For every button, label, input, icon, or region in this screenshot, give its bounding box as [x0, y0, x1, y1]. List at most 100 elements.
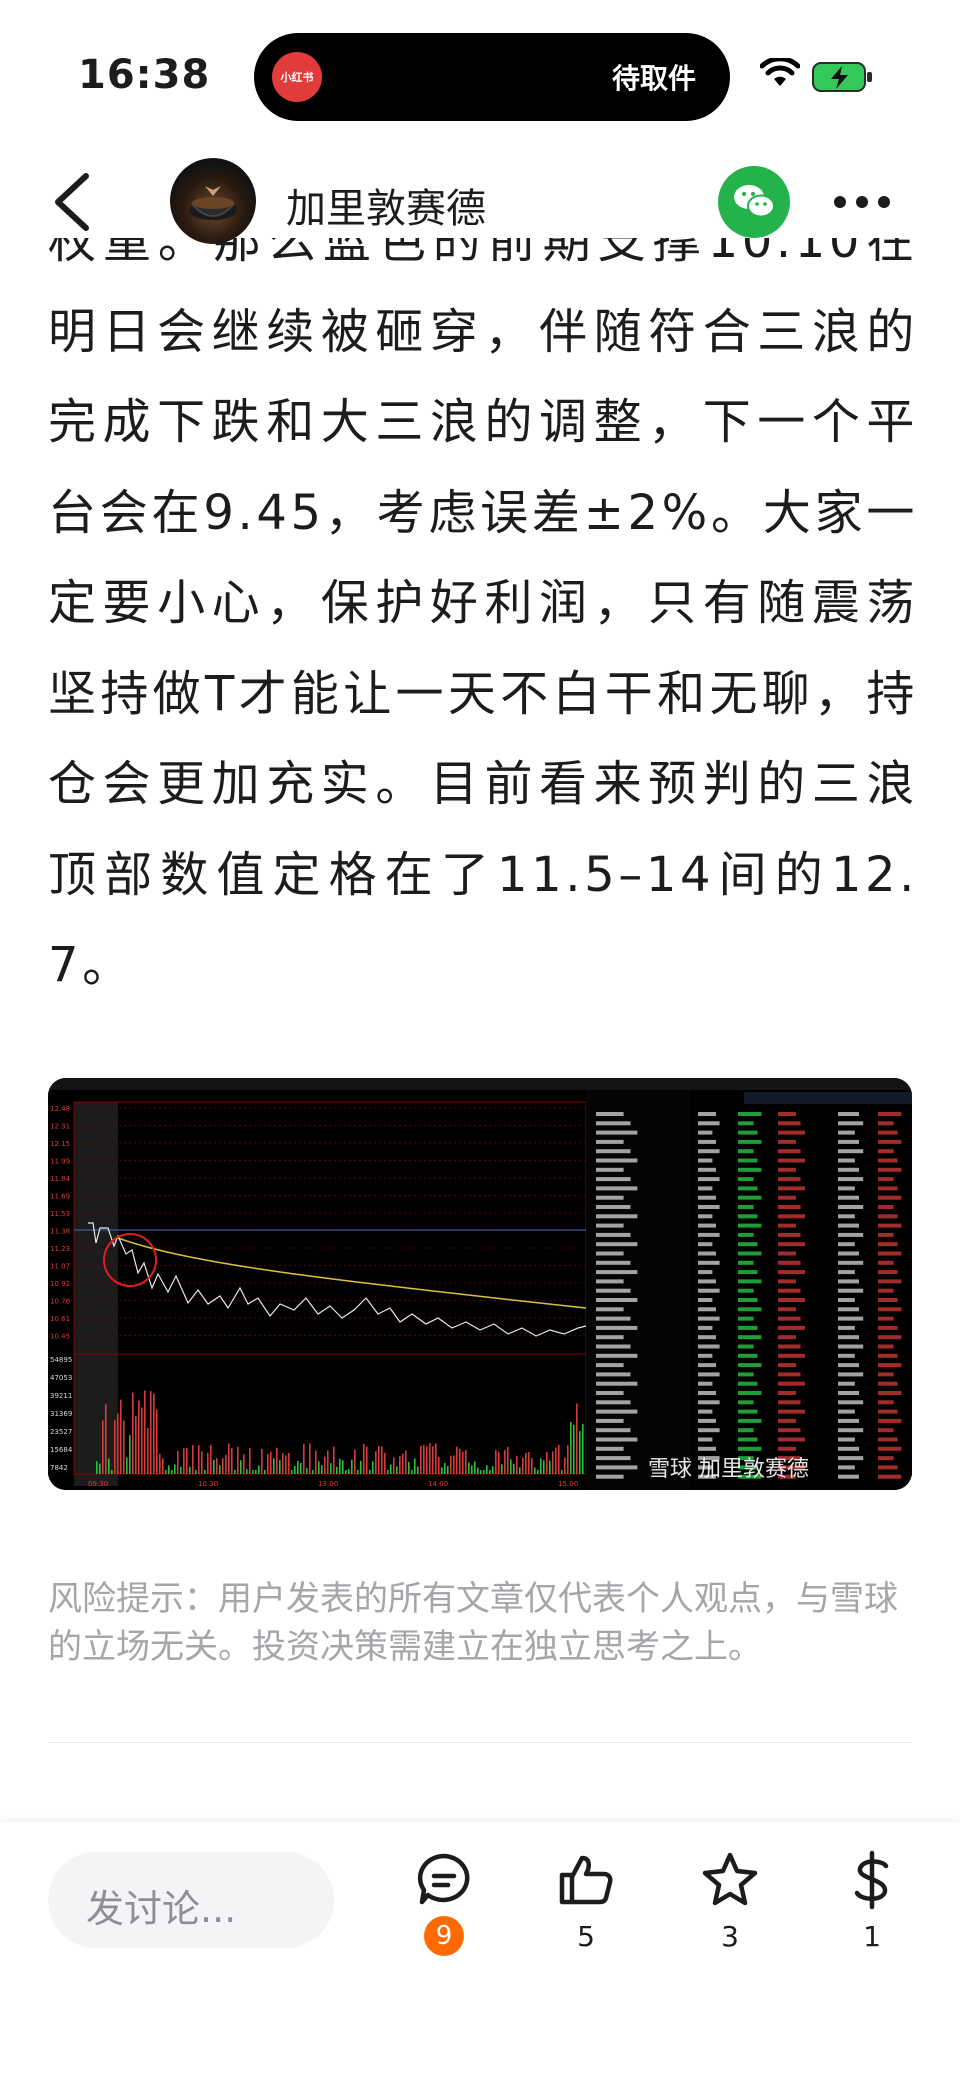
chart-time-label: 09:30	[88, 1480, 108, 1488]
orderbook-entry	[878, 1418, 902, 1423]
volume-bar	[234, 1470, 236, 1474]
orderbook-entry	[778, 1186, 805, 1191]
volume-bar	[315, 1450, 317, 1474]
volume-bar	[522, 1457, 524, 1474]
orderbook-entry	[596, 1214, 638, 1219]
volume-bar	[393, 1457, 395, 1474]
volume-bar	[528, 1452, 530, 1474]
orderbook-entry	[596, 1121, 631, 1126]
like-button[interactable]: 5	[546, 1850, 626, 1960]
orderbook-entry	[778, 1428, 801, 1433]
orderbook-entry	[878, 1298, 898, 1302]
orderbook-entry	[698, 1270, 713, 1275]
volume-bar	[150, 1391, 152, 1474]
volume-bar	[450, 1455, 452, 1474]
author-name[interactable]: 加里敦赛德	[286, 176, 486, 234]
volume-bar	[456, 1446, 458, 1474]
orderbook-entry	[596, 1167, 624, 1172]
back-button[interactable]	[48, 170, 98, 234]
orderbook-entry	[778, 1409, 805, 1414]
orderbook-entry	[778, 1372, 801, 1377]
orderbook-entry	[698, 1139, 716, 1144]
dynamic-island[interactable]: 小红书 待取件	[254, 33, 730, 121]
orderbook-entry	[738, 1437, 758, 1442]
volume-bar	[405, 1450, 407, 1474]
wechat-share-button[interactable]	[718, 166, 790, 238]
orderbook-entry	[878, 1381, 898, 1386]
chart-volume-label: 7842	[50, 1464, 68, 1472]
volume-bar	[96, 1461, 98, 1474]
chart-price-label: 10.61	[50, 1315, 70, 1323]
favorite-button[interactable]: 3	[690, 1850, 770, 1960]
orderbook-entry	[838, 1130, 855, 1135]
volume-bar	[444, 1463, 446, 1474]
volume-bar	[555, 1447, 557, 1474]
chart-price-label: 11.69	[50, 1193, 70, 1201]
island-text: 待取件	[611, 62, 696, 95]
risk-notice: 风险提示：用户发表的所有文章仅代表个人观点，与雪球的立场无关。投资决策需建立在独…	[48, 1579, 898, 1667]
volume-bar	[534, 1467, 536, 1474]
orderbook-entry	[738, 1260, 754, 1265]
orderbook-entry	[698, 1167, 716, 1172]
volume-bar	[480, 1470, 482, 1474]
more-button[interactable]	[832, 190, 892, 214]
orderbook-entry	[596, 1465, 638, 1470]
orderbook-entry	[698, 1353, 713, 1358]
orderbook-entry	[698, 1251, 716, 1256]
stock-chart-image[interactable]: 12.48 12.31 12.15 11.99 11.84 11.69 11.53 11.38…	[48, 1078, 912, 1490]
volume-bar	[384, 1452, 386, 1474]
comment-count-badge: 9	[424, 1916, 464, 1956]
volume-bar	[204, 1470, 206, 1474]
orderbook-entry	[596, 1186, 638, 1191]
volume-bar	[117, 1413, 119, 1474]
volume-bar	[396, 1466, 398, 1474]
reward-button[interactable]: 1	[832, 1850, 912, 1960]
orderbook-entry	[596, 1270, 638, 1275]
orderbook-entry	[738, 1298, 758, 1302]
chart-price-label: 12.31	[50, 1123, 70, 1131]
orderbook-entry	[698, 1335, 716, 1340]
orderbook-entry	[738, 1223, 762, 1228]
volume-bar	[504, 1450, 506, 1474]
orderbook-entry	[698, 1418, 716, 1423]
comment-input[interactable]: 发讨论...	[48, 1852, 334, 1948]
volume-bar	[99, 1463, 101, 1474]
volume-bar	[489, 1470, 491, 1474]
avatar[interactable]	[170, 158, 256, 244]
orderbook-entry	[778, 1363, 796, 1368]
orderbook-entry	[698, 1195, 716, 1200]
volume-bar	[279, 1460, 281, 1474]
volume-bar	[324, 1456, 326, 1474]
orderbook-entry	[838, 1400, 864, 1405]
volume-bar	[165, 1470, 167, 1474]
orderbook-entry	[738, 1279, 762, 1284]
volume-bar	[123, 1420, 125, 1474]
orderbook-entry	[778, 1139, 796, 1144]
orderbook-entry	[778, 1260, 801, 1265]
orderbook-entry	[738, 1112, 762, 1116]
orderbook-entry	[738, 1400, 754, 1405]
volume-bar	[321, 1465, 323, 1474]
orderbook-entry	[878, 1372, 894, 1377]
chart-price-label: 10.45	[50, 1333, 70, 1341]
orderbook-entry	[738, 1251, 762, 1256]
volume-bar	[210, 1444, 212, 1474]
orderbook-entry	[838, 1149, 864, 1154]
orderbook-entry	[738, 1270, 758, 1275]
orderbook-entry	[738, 1325, 758, 1330]
volume-bar	[294, 1465, 296, 1474]
orderbook-entry	[838, 1260, 864, 1265]
volume-bar	[375, 1451, 377, 1474]
volume-bar	[351, 1459, 353, 1474]
volume-bar	[273, 1458, 275, 1474]
chart-volume-label: 15684	[50, 1446, 73, 1454]
volume-bar	[330, 1463, 332, 1474]
volume-bar	[159, 1453, 161, 1474]
orderbook-entry	[738, 1307, 762, 1312]
volume-bar	[219, 1465, 221, 1474]
orderbook-entry	[778, 1149, 801, 1154]
orderbook-entry	[738, 1167, 762, 1172]
comment-button[interactable]: 9	[404, 1850, 484, 1960]
orderbook-entry	[778, 1251, 796, 1256]
volume-bar	[462, 1451, 464, 1474]
